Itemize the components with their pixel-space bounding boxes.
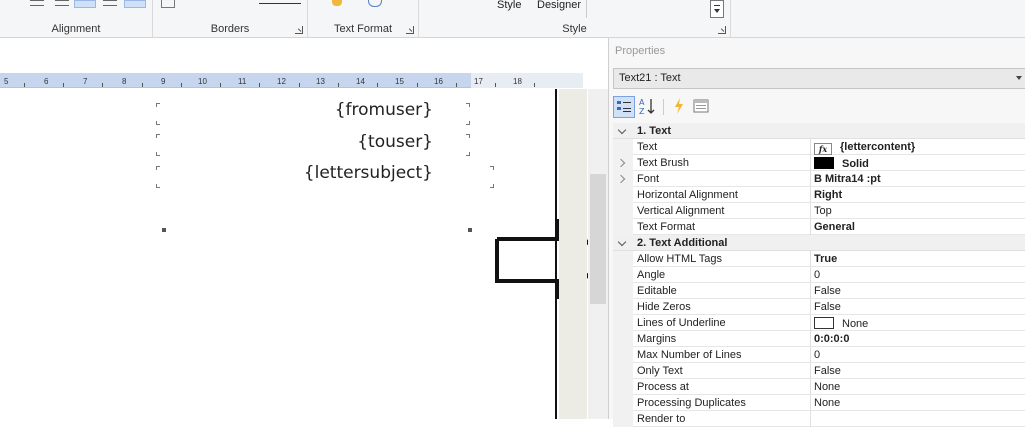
ruler-tick: 7 [83, 77, 88, 86]
style-gallery-more-icon[interactable] [710, 0, 724, 18]
vertical-scrollbar[interactable] [588, 89, 608, 419]
property-row-lines-of-underline[interactable]: Lines of Underline None [613, 315, 1025, 331]
alphabetical-view-button[interactable]: AZ [637, 96, 659, 118]
property-grid: 1. Text Text fx {lettercontent} Text Brush… [613, 123, 1025, 427]
svg-text:Z: Z [639, 107, 645, 116]
fromuser-field[interactable]: {fromuser} [335, 100, 433, 120]
horizontal-ruler: 5 6 7 8 9 10 11 12 13 14 15 16 17 18 [0, 73, 583, 88]
ruler-tick: 14 [356, 77, 365, 86]
property-row-vertical-alignment[interactable]: Vertical Alignment Top [613, 203, 1025, 219]
color-swatch [814, 157, 834, 169]
borders-launcher-icon[interactable] [295, 26, 303, 34]
chevron-down-icon[interactable] [1016, 76, 1022, 80]
svg-text:A: A [639, 98, 645, 107]
property-row-editable[interactable]: Editable False [613, 283, 1025, 299]
property-row-text[interactable]: Text fx {lettercontent} [613, 139, 1025, 155]
alignment-group: Alignment [0, 0, 153, 38]
property-row-hide-zeros[interactable]: Hide Zeros False [613, 299, 1025, 315]
property-row-max-number-of-lines[interactable]: Max Number of Lines 0 [613, 347, 1025, 363]
text-format-group: Text Format [308, 0, 419, 38]
ruler-tick: 16 [434, 77, 443, 86]
align-top-button[interactable] [124, 0, 146, 8]
property-row-only-text[interactable]: Only Text False [613, 363, 1025, 379]
ruler-tick: 5 [4, 77, 9, 86]
properties-panel: Properties Text21 : Text AZ 1. Text Text… [608, 38, 1025, 427]
arrow-icon [495, 219, 560, 299]
categorized-view-button[interactable] [613, 96, 635, 118]
border-icon[interactable] [161, 0, 175, 8]
style-group-label: Style [562, 23, 587, 35]
ruler-tick: 18 [513, 77, 522, 86]
lightning-icon [675, 98, 683, 114]
style-launcher-icon[interactable] [718, 26, 726, 34]
selected-object: Text21 : Text [619, 72, 681, 84]
touser-field[interactable]: {touser} [357, 132, 433, 152]
sort-az-icon: AZ [639, 98, 655, 116]
borders-group-label: Borders [210, 23, 250, 35]
chevron-right-icon[interactable] [616, 174, 626, 184]
object-selector[interactable]: Text21 : Text [613, 68, 1025, 89]
property-row-processing-duplicates[interactable]: Processing Duplicates None [613, 395, 1025, 411]
property-row-text-format[interactable]: Text Format General [613, 219, 1025, 235]
fx-icon[interactable]: fx [814, 143, 832, 155]
format-icon[interactable] [332, 0, 342, 6]
alignment-group-label: Alignment [51, 23, 101, 35]
property-row-margins[interactable]: Margins 0:0:0:0 [613, 331, 1025, 347]
property-row-horizontal-alignment[interactable]: Horizontal Alignment Right [613, 187, 1025, 203]
property-row-font[interactable]: Font B Mitra14 :pt [613, 171, 1025, 187]
align-center-button[interactable] [55, 0, 69, 8]
ruler-tick: 17 [474, 77, 483, 86]
categorized-icon [617, 101, 631, 112]
borders-group: Borders [153, 0, 308, 38]
scrollbar-thumb[interactable] [590, 174, 606, 304]
resize-handle[interactable] [468, 228, 472, 232]
ribbon: Alignment Borders Text Format Style Desi… [0, 0, 1025, 38]
property-row-render-to[interactable]: Render to [613, 411, 1025, 427]
property-row-process-at[interactable]: Process at None [613, 379, 1025, 395]
ruler-tick: 6 [44, 77, 49, 86]
property-pages-icon [693, 99, 709, 113]
ruler-tick: 11 [238, 77, 247, 86]
text-format-group-label: Text Format [333, 23, 393, 35]
style-group: Style Designer Style [419, 0, 731, 38]
category-text[interactable]: 1. Text [613, 123, 1025, 139]
align-left-button[interactable] [30, 0, 44, 8]
designer-button[interactable]: Designer [537, 0, 581, 11]
clock-icon[interactable] [368, 0, 382, 7]
report-page[interactable]: {fromuser} {touser} {lettersubject} [0, 89, 560, 419]
events-button[interactable] [669, 96, 691, 118]
align-right-button[interactable] [74, 0, 96, 8]
border-style-button[interactable] [259, 0, 301, 4]
ruler-tick: 12 [277, 77, 286, 86]
properties-title: Properties [615, 45, 666, 57]
chevron-right-icon[interactable] [616, 158, 626, 168]
color-swatch [814, 317, 834, 329]
chevron-down-icon[interactable] [617, 125, 627, 135]
text-format-launcher-icon[interactable] [406, 26, 414, 34]
report-designer: 5 6 7 8 9 10 11 12 13 14 15 16 17 18 {fr… [0, 38, 613, 419]
resize-handle[interactable] [162, 228, 166, 232]
page-gutter [559, 89, 587, 419]
chevron-down-icon[interactable] [617, 237, 627, 247]
ruler-tick: 8 [122, 77, 127, 86]
align-justify-button[interactable] [103, 0, 117, 8]
style-button[interactable]: Style [497, 0, 521, 11]
property-row-text-brush[interactable]: Text Brush Solid [613, 155, 1025, 171]
property-pages-button[interactable] [691, 96, 713, 118]
property-row-angle[interactable]: Angle 0 [613, 267, 1025, 283]
ruler-tick: 10 [198, 77, 207, 86]
category-text-additional[interactable]: 2. Text Additional [613, 235, 1025, 251]
ruler-tick: 9 [161, 77, 166, 86]
ruler-tick: 15 [395, 77, 404, 86]
lettersubject-field[interactable]: {lettersubject} [304, 163, 433, 183]
property-row-allow-html-tags[interactable]: Allow HTML Tags True [613, 251, 1025, 267]
ruler-tick: 13 [316, 77, 325, 86]
